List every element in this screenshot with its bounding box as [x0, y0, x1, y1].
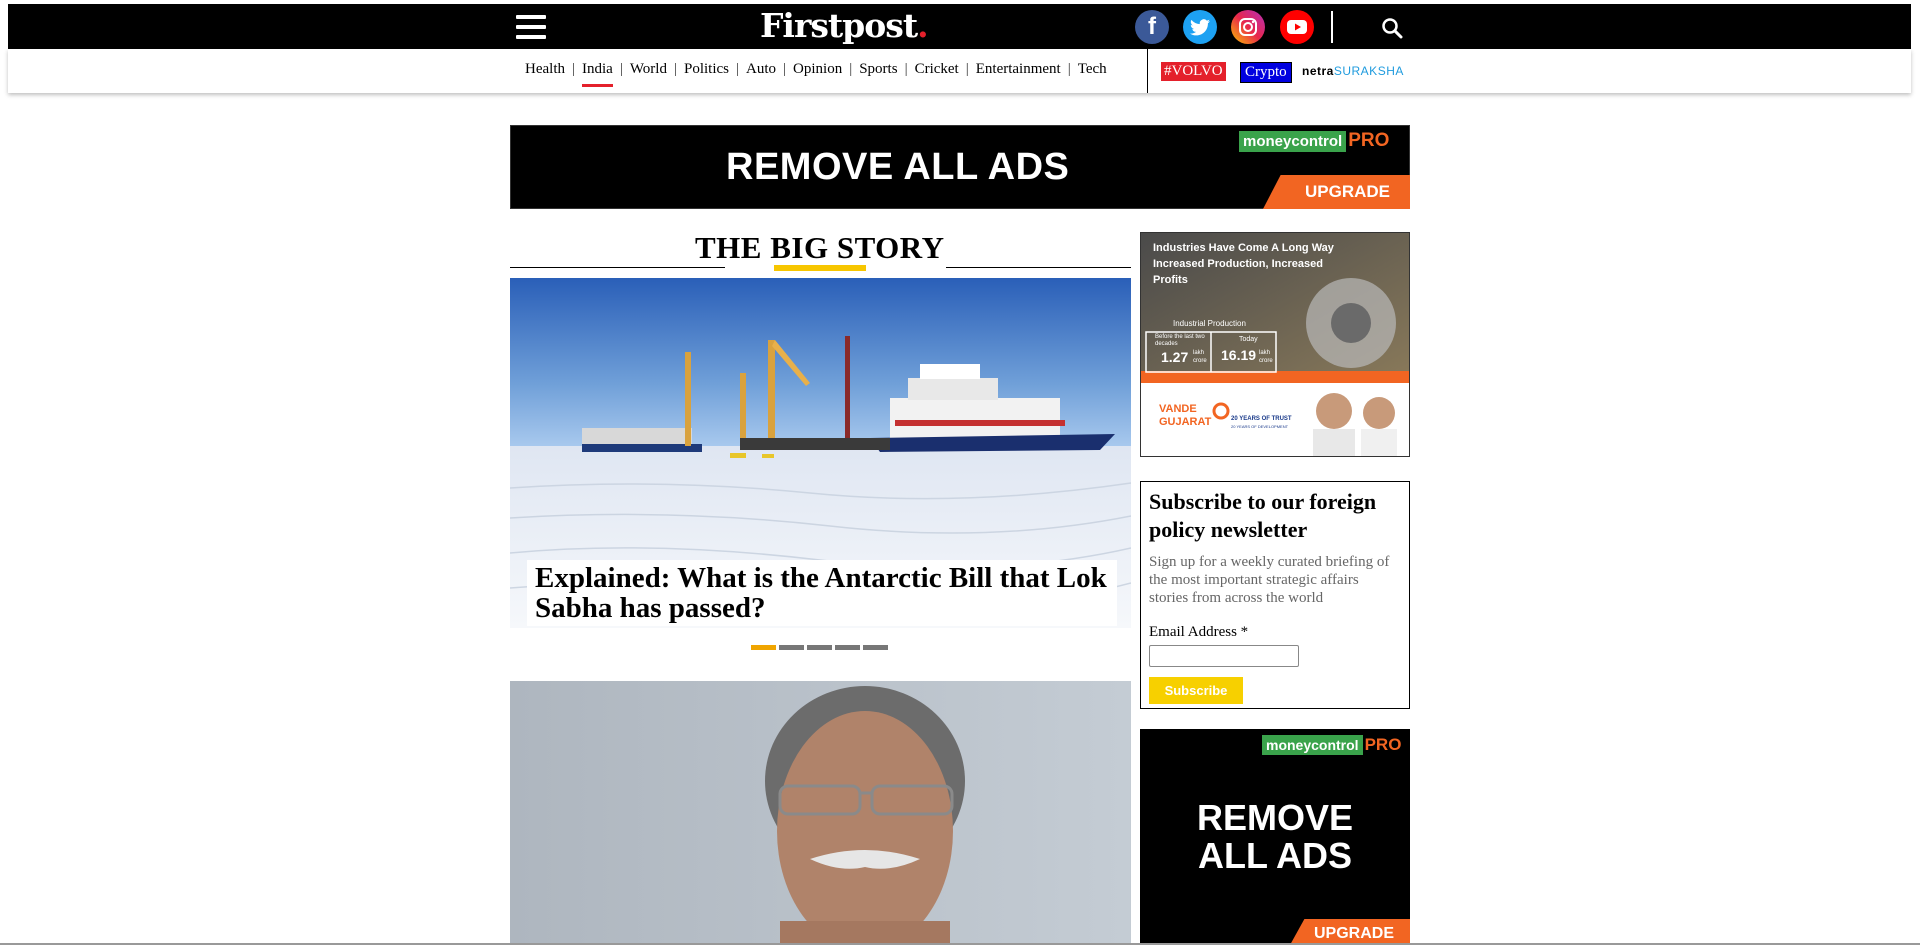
mc-brand-a: money	[1266, 737, 1312, 753]
ad-campaign: VANDE GUJARAT	[1159, 403, 1211, 429]
nav-separator: |	[619, 61, 623, 77]
twitter-icon[interactable]	[1183, 10, 1217, 44]
logo-dot: .	[917, 6, 928, 45]
nav-separator: |	[673, 61, 677, 77]
nav-separator: |	[571, 61, 575, 77]
carousel-dot[interactable]	[863, 645, 888, 650]
mc-brand-b: control	[1311, 737, 1359, 753]
logo-text: Firstpost	[760, 6, 918, 45]
nav-item-india[interactable]: India	[582, 61, 613, 87]
nav-separator: |	[736, 61, 740, 77]
title-rule-left	[510, 267, 725, 268]
remove-ads-side-ad[interactable]: moneycontrol PRO REMOVE ALL ADS UPGRADE	[1140, 729, 1410, 945]
carousel-dots	[751, 645, 891, 650]
ad-before-value: 1.27	[1161, 349, 1189, 365]
nav-item-politics[interactable]: Politics	[684, 61, 729, 78]
gujarat-ad[interactable]: Industries Have Come A Long Way Increase…	[1140, 232, 1410, 457]
upgrade-button[interactable]: UPGRADE	[1290, 919, 1410, 945]
site-logo[interactable]: Firstpost.	[760, 6, 929, 45]
ad-campaign-tag: 20 YEARS OF TRUST	[1231, 416, 1292, 422]
nav-item-sports[interactable]: Sports	[859, 61, 897, 78]
section-title-b: BIG STORY	[770, 230, 945, 265]
section-title-a: THE	[695, 230, 762, 265]
newsletter-description: Sign up for a weekly curated briefing of…	[1149, 554, 1390, 606]
search-icon[interactable]	[1381, 17, 1403, 39]
email-label: Email Address *	[1149, 624, 1249, 640]
side-ad-line1: REMOVE	[1196, 797, 1354, 838]
carousel-dot[interactable]	[807, 645, 832, 650]
instagram-icon[interactable]	[1231, 10, 1265, 44]
tag-netra-suraksha[interactable]: netraSURAKSHA	[1302, 64, 1404, 78]
ad-before-unit: lakh crore	[1193, 350, 1207, 364]
ad-campaign-a: VANDE	[1159, 403, 1197, 415]
subscribe-button[interactable]: Subscribe	[1149, 677, 1243, 704]
nav-item-cricket[interactable]: Cricket	[915, 61, 959, 78]
ad-today-label: Today	[1239, 336, 1258, 343]
nav-item-entertainment[interactable]: Entertainment	[976, 61, 1061, 78]
mc-pro: PRO	[1364, 735, 1402, 754]
big-story-headline[interactable]: Explained: What is the Antarctic Bill th…	[527, 560, 1117, 626]
suraksha-text: SURAKSHA	[1333, 64, 1404, 78]
ad-today-unit: lakh crore	[1259, 350, 1273, 364]
carousel-dot[interactable]	[779, 645, 804, 650]
banner-ad-text: REMOVE ALL ADS	[726, 146, 1070, 188]
title-rule-right	[946, 267, 1131, 268]
mc-pro: PRO	[1348, 130, 1390, 151]
email-field[interactable]	[1149, 645, 1299, 667]
ad-campaign-b: GUJARAT	[1159, 416, 1212, 428]
carousel-dot[interactable]	[751, 645, 776, 650]
netra-text: netra	[1302, 64, 1334, 78]
header-divider	[1331, 11, 1333, 43]
top-bar: Firstpost. f	[8, 4, 1911, 49]
section-title-underline	[774, 265, 866, 271]
ad-label: Industrial Production	[1173, 319, 1246, 328]
newsletter-signup: Subscribe to our foreign policy newslett…	[1140, 481, 1410, 709]
big-story-card[interactable]: Explained: What is the Antarctic Bill th…	[510, 278, 1131, 628]
tag-volvo[interactable]: #VOLVO	[1161, 62, 1226, 81]
story-card-image[interactable]	[510, 681, 1131, 945]
nav-separator: |	[1067, 61, 1071, 77]
section-title: THE BIG STORY	[695, 230, 944, 266]
moneycontrol-logo: moneycontrol PRO	[1262, 735, 1401, 755]
ad-headline: Industries Have Come A Long Way Increase…	[1153, 242, 1334, 286]
side-ad-text: REMOVE ALL ADS	[1140, 799, 1410, 875]
nav-item-opinion[interactable]: Opinion	[793, 61, 842, 78]
facebook-icon[interactable]: f	[1135, 10, 1169, 44]
ad-before-label: Before the last two decades	[1155, 334, 1205, 347]
mc-brand-b: control	[1291, 133, 1343, 150]
side-ad-line2: ALL ADS	[1197, 835, 1352, 876]
menu-icon[interactable]	[516, 15, 546, 41]
moneycontrol-logo: moneycontrol PRO	[1239, 130, 1389, 152]
nav-item-health[interactable]: Health	[525, 61, 565, 78]
tag-crypto[interactable]: Crypto	[1240, 62, 1292, 83]
ad-today-value: 16.19	[1221, 347, 1257, 363]
category-nav: Health | India | World | Politics | Auto | Opinion…	[8, 49, 1911, 93]
politician-portrait-image	[510, 681, 1131, 945]
nav-item-tech[interactable]: Tech	[1078, 61, 1107, 78]
newsletter-title: Subscribe to our foreign policy newslett…	[1149, 489, 1377, 542]
carousel-dot[interactable]	[835, 645, 860, 650]
youtube-icon[interactable]	[1280, 10, 1314, 44]
nav-separator: |	[783, 61, 787, 77]
upgrade-button[interactable]: UPGRADE	[1263, 175, 1410, 209]
nav-separator: |	[965, 61, 969, 77]
ad-campaign-sub: 20 YEARS OF DEVELOPMENT	[1231, 424, 1289, 429]
nav-divider	[1147, 49, 1148, 93]
nav-item-auto[interactable]: Auto	[746, 61, 776, 78]
category-nav-list: Health | India | World | Politics | Auto | Opinion…	[525, 61, 1107, 87]
big-story-header: THE BIG STORY	[510, 230, 1131, 271]
mc-brand-a: money	[1243, 133, 1292, 150]
nav-separator: |	[904, 61, 908, 77]
remove-ads-banner[interactable]: REMOVE ALL ADS moneycontrol PRO UPGRADE	[510, 125, 1410, 209]
nav-item-world[interactable]: World	[630, 61, 667, 78]
nav-separator: |	[849, 61, 853, 77]
